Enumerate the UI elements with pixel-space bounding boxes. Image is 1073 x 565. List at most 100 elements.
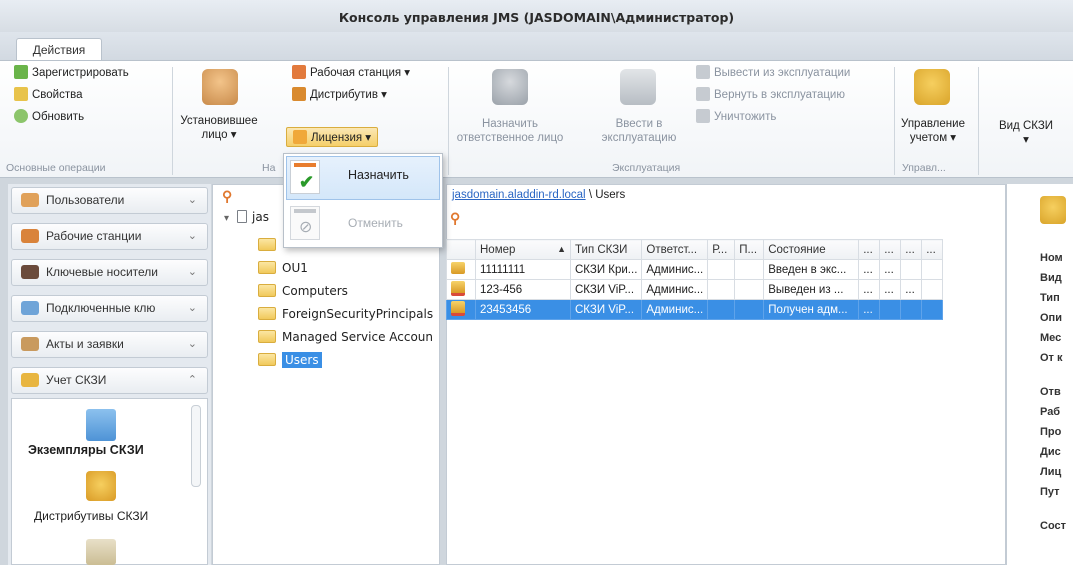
installer-button[interactable]: Установившее лицо ▾ — [176, 115, 262, 141]
column-header[interactable]: Тип СКЗИ — [569, 239, 643, 260]
register-label: Зарегистрировать — [32, 67, 129, 79]
enter-exploitation-icon — [620, 69, 656, 105]
column-header[interactable]: ... — [921, 239, 944, 260]
assign-person-icon — [492, 69, 528, 105]
search-icon[interactable]: ⚲ — [450, 210, 460, 227]
account-button[interactable]: Управление учетом ▾ — [898, 117, 968, 145]
view-label: Вид СКЗИ — [998, 120, 1054, 132]
cell-empty — [734, 279, 765, 300]
detail-field-label: Раб — [1040, 406, 1061, 418]
nav-skzi-accounting[interactable]: Учет СКЗИ ⌃ — [11, 367, 208, 394]
skzi-instances-icon — [86, 409, 116, 441]
chevron-down-icon: ⌄ — [187, 266, 197, 278]
detail-field-label: Дис — [1040, 446, 1061, 458]
nav-panel-scrollbar[interactable] — [191, 405, 201, 487]
tree-item[interactable]: Computers — [258, 284, 348, 298]
tree-item-label: Managed Service Accoun — [282, 330, 434, 344]
refresh-button[interactable]: Обновить — [14, 109, 84, 123]
detail-field-label: Про — [1040, 426, 1062, 438]
lock-received-icon — [451, 300, 465, 316]
folder-icon — [258, 261, 276, 274]
license-button[interactable]: Лицензия ▾ — [286, 127, 379, 147]
cell-extra: ... — [858, 279, 881, 300]
detail-field-label: Отв — [1040, 386, 1061, 398]
navigation-pane: Пользователи ⌄ Рабочие станции ⌄ Ключевы… — [8, 184, 211, 565]
workstation-button[interactable]: Рабочая станция ▾ — [292, 65, 410, 79]
column-header[interactable]: ... — [879, 239, 902, 260]
connected-key-icon — [21, 301, 39, 315]
enter-exploitation-button[interactable]: Ввести в эксплуатацию — [600, 117, 678, 145]
column-header[interactable]: Номер ▲ — [475, 239, 571, 260]
group-basic-operations: Основные операции — [6, 162, 106, 174]
folder-icon — [258, 353, 276, 366]
installer-person-icon — [202, 69, 238, 105]
workstation-label: Рабочая станция ▾ — [310, 67, 411, 79]
tab-actions[interactable]: Действия — [16, 38, 102, 61]
account-label-2: учетом ▾ — [909, 132, 957, 144]
breadcrumb-domain-link[interactable]: jasdomain.aladdin-rd.local — [452, 189, 586, 201]
tree-item[interactable]: ForeignSecurityPrincipals — [258, 307, 433, 321]
folder-icon — [258, 284, 276, 297]
cell-empty — [707, 299, 736, 320]
group-install: На — [262, 162, 276, 174]
column-header[interactable]: Состояние — [763, 239, 860, 260]
properties-button[interactable]: Свойства — [14, 87, 83, 101]
destroy-button[interactable]: Уничтожить — [696, 109, 776, 123]
breadcrumb: jasdomain.aladdin-rd.local \ Users — [452, 189, 625, 201]
folder-icon — [258, 330, 276, 343]
skzi-table: Номер ▲ Тип СКЗИ Ответст... Р... П... Сос… — [446, 239, 944, 320]
ribbon-separator — [172, 67, 173, 175]
table-row[interactable]: 11111111 СКЗИ Кри... Админис... Введен в… — [446, 259, 944, 280]
view-skzi-button[interactable]: Вид СКЗИ ▾ — [986, 119, 1066, 147]
column-header[interactable]: ... — [858, 239, 881, 260]
destroy-label: Уничтожить — [714, 111, 777, 123]
table-row-selected[interactable]: 23453456 СКЗИ ViP... Админис... Получен … — [446, 299, 944, 320]
tree-root-label[interactable]: jas — [252, 210, 269, 224]
ribbon-separator — [978, 67, 979, 175]
nav-workstations[interactable]: Рабочие станции ⌄ — [11, 223, 208, 250]
column-header[interactable]: Ответст... — [641, 239, 709, 260]
tree-expand-icon[interactable]: ▾ — [224, 213, 229, 224]
lock-group-icon — [21, 373, 39, 387]
assign-license-icon: ✔ — [290, 160, 320, 194]
cell-extra: ... — [879, 259, 902, 280]
tree-item[interactable] — [258, 238, 282, 252]
details-lock-icon — [1040, 196, 1066, 224]
nav-skzi-panel: Экземпляры СКЗИ Дистрибутивы СКЗИ — [11, 398, 208, 565]
menu-item-cancel[interactable]: Отменить — [348, 216, 403, 230]
nav-skzi-distributives[interactable]: Дистрибутивы СКЗИ — [34, 509, 148, 523]
tree-item[interactable]: Managed Service Accoun — [258, 330, 433, 344]
nav-skzi-instances[interactable]: Экземпляры СКЗИ — [28, 443, 144, 457]
breadcrumb-current: Users — [595, 189, 626, 201]
tree-item[interactable]: OU1 — [258, 261, 308, 275]
table-row[interactable]: 123-456 СКЗИ ViP... Админис... Выведен и… — [446, 279, 944, 300]
tree-item-label: ForeignSecurityPrincipals — [282, 307, 434, 321]
column-header[interactable]: П... — [734, 239, 765, 260]
return-button[interactable]: Вернуть в эксплуатацию — [696, 87, 845, 101]
nav-users[interactable]: Пользователи ⌄ — [11, 187, 208, 214]
license-label: Лицензия ▾ — [311, 132, 372, 144]
assign-responsible-button[interactable]: Назначить ответственное лицо — [452, 117, 568, 145]
register-button[interactable]: Зарегистрировать — [14, 65, 129, 79]
nav-acts-requests[interactable]: Акты и заявки ⌄ — [11, 331, 208, 358]
cell-number: 23453456 — [475, 299, 571, 320]
cell-responsible: Админис... — [641, 259, 709, 280]
column-header[interactable]: Р... — [707, 239, 736, 260]
cell-extra: ... — [879, 279, 902, 300]
distributive-button[interactable]: Дистрибутив ▾ — [292, 87, 387, 101]
withdraw-button[interactable]: Вывести из эксплуатации — [696, 65, 850, 79]
search-icon[interactable]: ⚲ — [222, 188, 232, 205]
ribbon: Зарегистрировать Свойства Обновить Основ… — [0, 60, 1073, 178]
refresh-label: Обновить — [32, 111, 85, 123]
nav-connected-keys[interactable]: Подключенные клю ⌄ — [11, 295, 208, 322]
return-label: Вернуть в эксплуатацию — [714, 89, 845, 101]
account-label-1: Управление — [901, 118, 965, 130]
window-title: Консоль управления JMS (JASDOMAIN\Админи… — [338, 10, 735, 25]
lock-withdrawn-icon — [451, 280, 465, 296]
return-icon — [696, 87, 710, 101]
tree-item-selected[interactable]: Users — [258, 352, 322, 368]
column-header[interactable]: ... — [900, 239, 923, 260]
withdraw-icon — [696, 65, 710, 79]
title-bar: Консоль управления JMS (JASDOMAIN\Админи… — [0, 0, 1073, 32]
nav-key-carriers[interactable]: Ключевые носители ⌄ — [11, 259, 208, 286]
